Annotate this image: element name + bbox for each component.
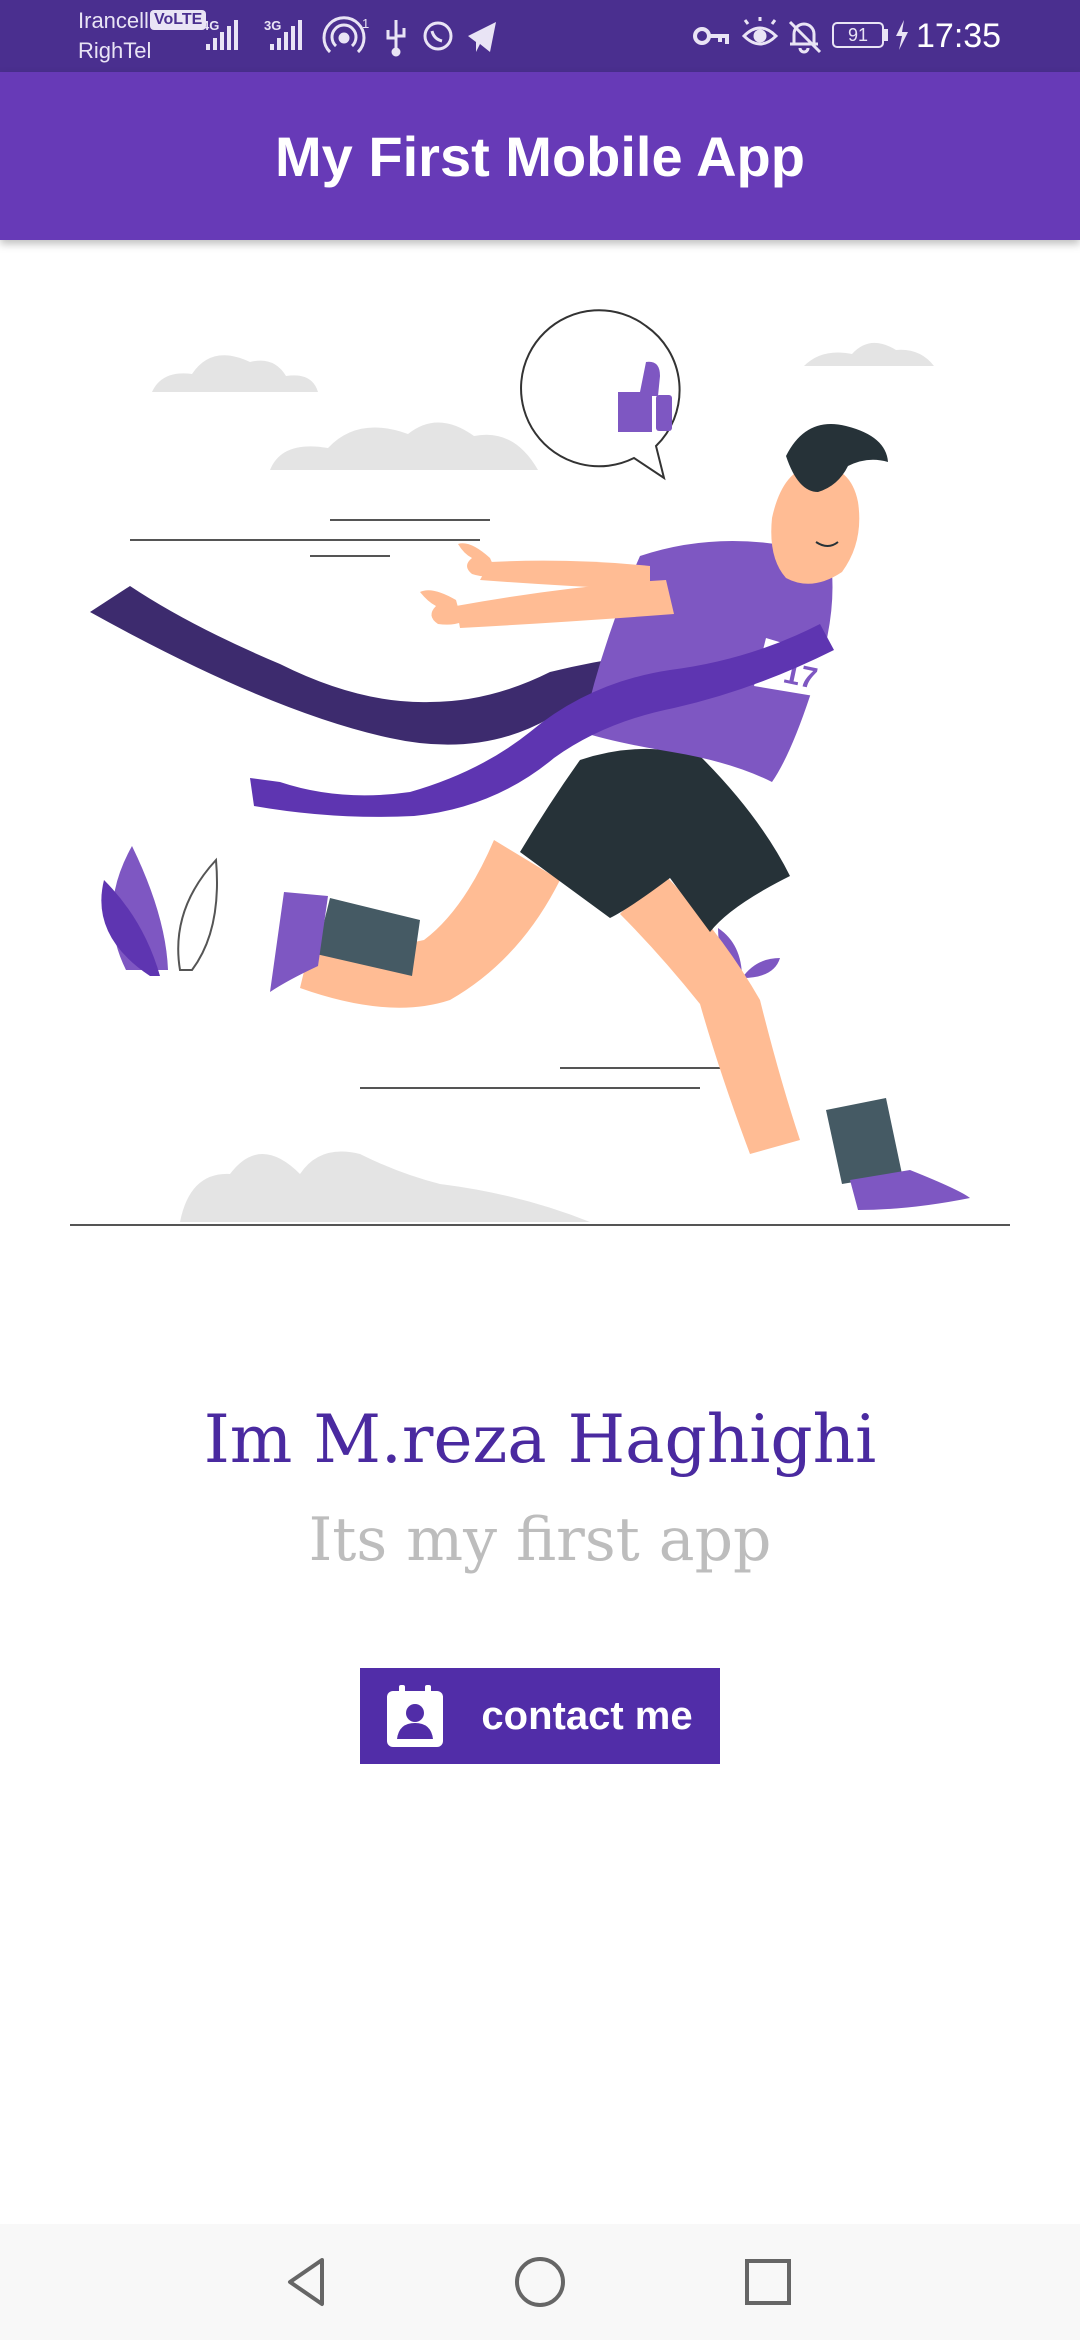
contact-card-icon [387,1685,444,1747]
home-circle-icon[interactable] [508,2250,572,2314]
runner: 17 [250,424,970,1210]
user-name-heading: Im M.reza Haghighi [203,1401,877,1478]
hotspot-icon: 1 [322,16,369,54]
svg-text:3G: 3G [264,18,281,33]
status-icons-right [693,17,822,54]
charging-icon [896,20,908,50]
status-icons-left: 4G 3G 1 [202,16,496,57]
carrier-labels: Irancell RighTel [78,6,151,66]
app-title: My First Mobile App [275,124,805,188]
clock: 17:35 [916,17,1002,55]
battery-icon: 91 [832,22,884,48]
carrier-name-2: RighTel [78,38,152,63]
telegram-icon [468,22,496,52]
eye-comfort-icon [741,17,779,46]
whatsapp-icon [423,21,453,51]
recents-square-icon[interactable] [736,2250,800,2314]
app-bar: My First Mobile App [0,72,1080,240]
signal-3g-icon: 3G [264,18,302,50]
system-navigation-bar [0,2224,1080,2340]
ground-hills [180,1151,590,1222]
status-bar: Irancell RighTel VoLTE 4G 3G 1 91 17:35 [0,0,1080,72]
battery-tip [884,29,888,41]
usb-icon [386,20,406,57]
runner-crossing-finish-line-illustration: 17 [70,309,1010,1226]
contact-me-label: contact me [481,1693,693,1738]
carrier-name-1: Irancell [78,8,149,33]
speech-bubble [520,309,681,481]
svg-text:1: 1 [362,16,369,31]
vpn-key-icon [693,27,729,45]
signal-4g-icon: 4G [202,18,238,50]
back-triangle-icon[interactable] [276,2250,340,2314]
tagline: Its my first app [308,1505,772,1575]
contact-me-button[interactable]: contact me [360,1668,720,1764]
notifications-off-icon [788,20,822,54]
svg-text:4G: 4G [202,18,219,33]
volte-badge: VoLTE [150,10,207,30]
